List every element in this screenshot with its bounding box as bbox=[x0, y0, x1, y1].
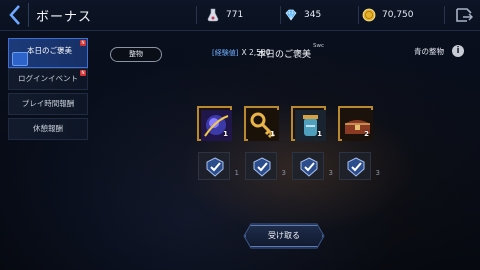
gold-coin-icon bbox=[362, 8, 376, 22]
page-title: ボーナス bbox=[36, 10, 93, 25]
check-badge-icon bbox=[347, 157, 365, 177]
reward-qty: 1 bbox=[223, 130, 228, 138]
archive-button[interactable]: 整物 bbox=[110, 47, 162, 62]
claim-check-slot: 1 bbox=[198, 152, 239, 180]
sidebar-item-label: 本日のご褒美 bbox=[27, 46, 72, 55]
page-subtitle: 本日のご褒美 bbox=[257, 50, 312, 60]
reward-card[interactable]: 1 bbox=[197, 106, 232, 141]
claim-check-slot: 3 bbox=[245, 152, 286, 180]
back-button[interactable] bbox=[4, 4, 26, 26]
receive-button[interactable]: 受け取る bbox=[245, 225, 323, 247]
divider bbox=[196, 6, 197, 24]
sidebar-item-label: 休憩報酬 bbox=[33, 124, 63, 133]
crystal-icon bbox=[285, 9, 297, 21]
sidebar-item-rest-reward[interactable]: 休憩報酬 bbox=[8, 118, 88, 140]
divider bbox=[280, 6, 281, 24]
reward-card[interactable]: 1 bbox=[291, 106, 326, 141]
reward-qty: 2 bbox=[364, 130, 369, 138]
claim-count: 3 bbox=[281, 169, 286, 177]
reward-qty: 1 bbox=[317, 130, 322, 138]
flask-icon bbox=[207, 8, 219, 22]
divider bbox=[444, 6, 445, 24]
sidebar-item-label: プレイ時間報酬 bbox=[21, 99, 75, 108]
divider bbox=[358, 6, 359, 24]
check-badge-icon bbox=[300, 157, 318, 177]
claim-count: 3 bbox=[328, 169, 333, 177]
chevron-left-icon bbox=[9, 5, 20, 25]
sidebar-item-label: ログインイベント bbox=[18, 74, 78, 83]
crystal-count: 345 bbox=[304, 10, 322, 20]
new-badge: N bbox=[80, 70, 86, 76]
info-icon[interactable]: i bbox=[452, 45, 464, 57]
flask-count: 771 bbox=[226, 10, 244, 20]
check-badge-icon bbox=[206, 157, 224, 177]
sidebar-item-login-event[interactable]: ログインイベント N bbox=[8, 68, 88, 90]
top-bar: ボーナス 771 345 70,750 bbox=[0, 0, 480, 31]
gold-count: 70,750 bbox=[382, 10, 414, 20]
swc-label: Swc bbox=[313, 43, 325, 49]
sidebar-item-play-time[interactable]: プレイ時間報酬 bbox=[8, 93, 88, 115]
reward-qty: 1 bbox=[270, 130, 275, 138]
exp-bonus-label: [経験値] bbox=[212, 49, 239, 57]
sidebar-item-daily-reward[interactable]: 本日のご褒美 N bbox=[8, 38, 88, 68]
claim-check-slot: 3 bbox=[292, 152, 333, 180]
reward-card[interactable]: 1 bbox=[244, 106, 279, 141]
camera-icon bbox=[12, 52, 28, 66]
claim-count: 3 bbox=[375, 169, 380, 177]
exit-icon bbox=[456, 8, 473, 22]
claim-check-slot: 3 bbox=[339, 152, 380, 180]
check-badge-icon bbox=[253, 157, 271, 177]
new-badge: N bbox=[80, 40, 86, 46]
claim-count: 1 bbox=[234, 169, 239, 177]
reward-card[interactable]: 2 bbox=[338, 106, 373, 141]
exit-button[interactable] bbox=[453, 5, 475, 25]
divider bbox=[28, 3, 29, 27]
blue-gift-label: 青の整物 bbox=[414, 47, 444, 56]
